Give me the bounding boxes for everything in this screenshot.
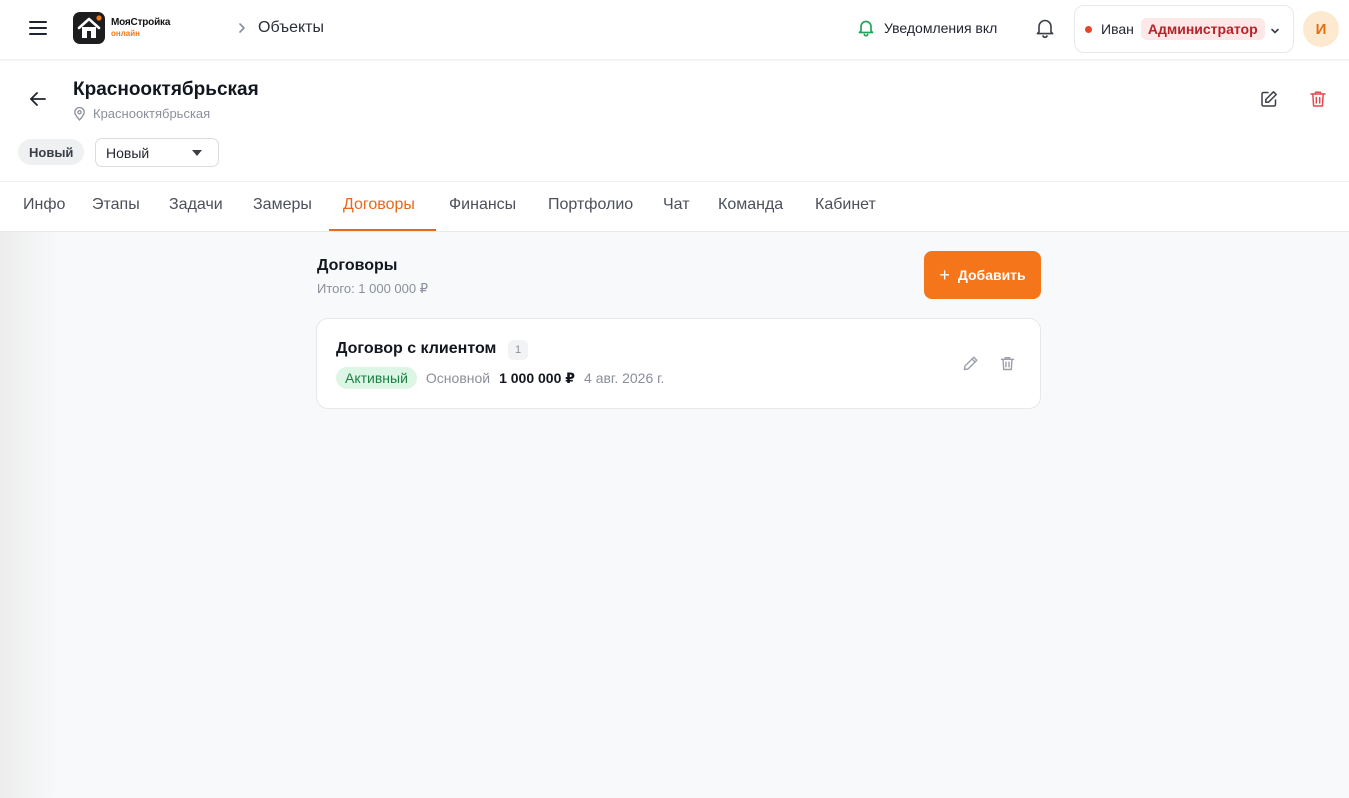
app-logo[interactable]: МояСтройка онлайн bbox=[73, 12, 170, 44]
role-badge: Администратор bbox=[1140, 18, 1265, 40]
notifications-label: Уведомления вкл bbox=[884, 20, 998, 36]
user-name: Иван bbox=[1101, 21, 1134, 37]
active-tab-indicator bbox=[329, 229, 436, 231]
contract-amount: 1 000 000 ₽ bbox=[499, 369, 576, 386]
online-status-dot bbox=[1085, 25, 1092, 33]
object-header: Краснооктябрьская Краснооктябрьская Новы… bbox=[0, 61, 1349, 182]
tab-finance[interactable]: Финансы bbox=[449, 196, 516, 214]
avatar[interactable]: И bbox=[1303, 11, 1339, 47]
notifications-toggle[interactable]: Уведомления вкл bbox=[858, 19, 997, 37]
status-select-value: Новый bbox=[106, 144, 150, 161]
plus-icon: + bbox=[939, 265, 950, 285]
house-icon bbox=[73, 12, 105, 44]
logo-subtitle: онлайн bbox=[111, 29, 140, 38]
tab-contracts[interactable]: Договоры bbox=[343, 196, 415, 214]
caret-down-icon bbox=[192, 150, 202, 156]
chevron-down-icon bbox=[1269, 24, 1281, 36]
object-tabs: Инфо Этапы Задачи Замеры Договоры Финанс… bbox=[0, 182, 1349, 232]
contract-card[interactable]: Договор с клиентом 1 Активный Основной 1… bbox=[316, 318, 1041, 409]
tab-tasks[interactable]: Задачи bbox=[169, 196, 223, 214]
delete-object-icon[interactable] bbox=[1308, 89, 1328, 109]
pencil-icon[interactable] bbox=[962, 355, 979, 372]
user-menu[interactable]: Иван Администратор bbox=[1074, 5, 1294, 53]
tab-cabinet[interactable]: Кабинет bbox=[815, 196, 876, 214]
contract-count-badge: 1 bbox=[508, 340, 528, 360]
tab-team[interactable]: Команда bbox=[718, 196, 783, 214]
logo-name: МояСтройка bbox=[111, 17, 171, 28]
section-title: Договоры bbox=[317, 257, 398, 274]
status-select[interactable]: Новый bbox=[95, 138, 219, 167]
section-total: Итого: 1 000 000 ₽ bbox=[317, 281, 429, 296]
contract-date: 4 авг. 2026 г. bbox=[584, 370, 665, 386]
contract-type: Основной bbox=[425, 370, 491, 386]
add-contract-button[interactable]: + Добавить bbox=[924, 251, 1041, 299]
menu-icon[interactable] bbox=[26, 16, 50, 40]
contract-meta: Активный Основной 1 000 000 ₽ 4 авг. 202… bbox=[336, 367, 664, 389]
breadcrumb-objects[interactable]: Объекты bbox=[258, 19, 324, 37]
edit-object-icon[interactable] bbox=[1259, 89, 1279, 109]
bell-icon[interactable] bbox=[1034, 17, 1056, 39]
tab-stages[interactable]: Этапы bbox=[92, 196, 140, 214]
tab-portfolio[interactable]: Портфолио bbox=[548, 196, 633, 214]
object-address: Краснооктябрьская bbox=[73, 106, 210, 121]
tab-info[interactable]: Инфо bbox=[23, 196, 65, 214]
top-bar: МояСтройка онлайн Объекты Уведомления вк… bbox=[0, 0, 1349, 60]
tab-chat[interactable]: Чат bbox=[663, 196, 690, 214]
map-pin-icon bbox=[74, 106, 85, 121]
contract-status-badge: Активный bbox=[336, 367, 417, 389]
object-address-text: Краснооктябрьская bbox=[93, 106, 211, 121]
tab-measurements[interactable]: Замеры bbox=[253, 196, 312, 214]
trash-icon[interactable] bbox=[999, 355, 1016, 372]
status-badge: Новый bbox=[18, 139, 85, 165]
page-title: Краснооктябрьская bbox=[73, 79, 259, 100]
chevron-right-icon bbox=[236, 21, 248, 35]
bell-green-icon bbox=[858, 20, 874, 37]
arrow-left-icon[interactable] bbox=[27, 88, 49, 110]
add-contract-label: Добавить bbox=[957, 267, 1026, 283]
contract-title: Договор с клиентом bbox=[336, 340, 497, 357]
left-edge-shadow bbox=[0, 232, 60, 798]
